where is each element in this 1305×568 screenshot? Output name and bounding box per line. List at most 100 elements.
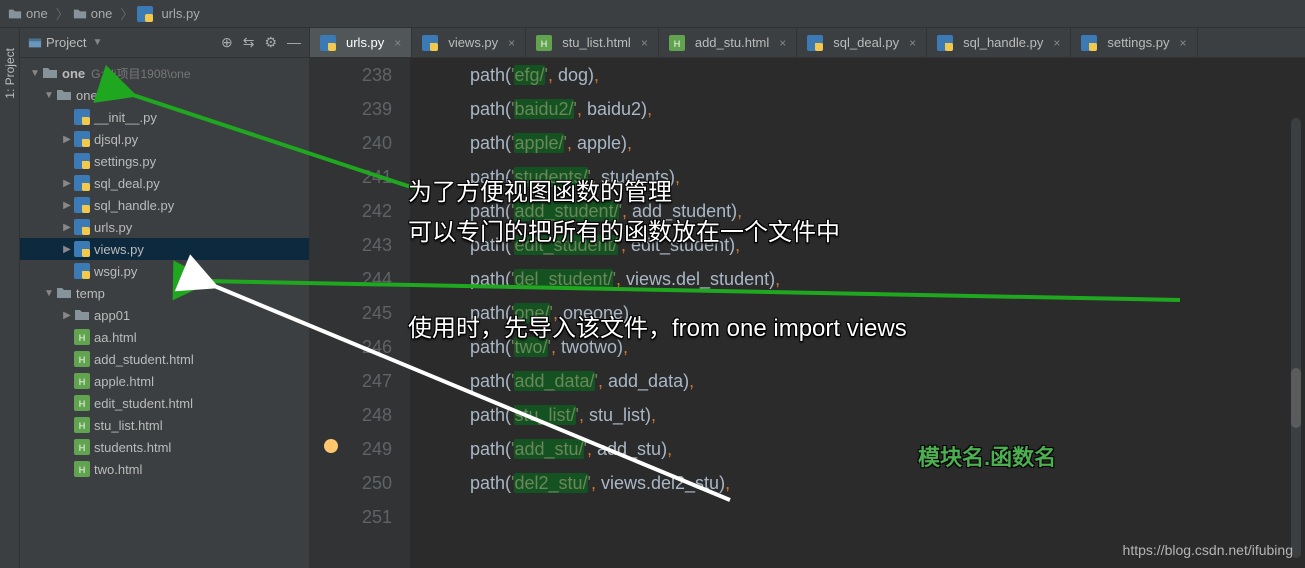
tree-item[interactable]: ▶sql_deal.py <box>20 172 309 194</box>
tree-item[interactable]: wsgi.py <box>20 260 309 282</box>
line-number: 239 <box>310 92 392 126</box>
tree-root[interactable]: ▼oneG:\dj项目1908\one <box>20 62 309 84</box>
editor-tabs: urls.py×views.py×Hstu_list.html×Hadd_stu… <box>310 28 1305 58</box>
collapse-icon[interactable]: ⇆ <box>243 34 255 51</box>
tree-item[interactable]: Htwo.html <box>20 458 309 480</box>
editor-tab[interactable]: sql_handle.py × <box>927 28 1071 57</box>
chevron-right-icon: 〉 <box>56 4 69 23</box>
gutter: 2382392402412422432442452462472482492502… <box>310 58 410 568</box>
project-panel-header: Project ▼ ⊕ ⇆ ⚙ — <box>20 28 309 58</box>
close-icon[interactable]: × <box>508 36 515 50</box>
svg-text:H: H <box>79 465 86 475</box>
editor-tab[interactable]: urls.py × <box>310 28 412 57</box>
svg-text:H: H <box>79 355 86 365</box>
code-line[interactable]: path('students/', students), <box>430 160 1305 194</box>
editor-tab[interactable]: Hadd_stu.html × <box>659 28 797 57</box>
html-file-icon: H <box>74 461 90 477</box>
tree-item[interactable]: Hstudents.html <box>20 436 309 458</box>
svg-text:H: H <box>674 39 681 49</box>
tab-label: sql_handle.py <box>963 35 1043 50</box>
tree-item[interactable]: Hedit_student.html <box>20 392 309 414</box>
line-number: 248 <box>310 398 392 432</box>
editor-tab[interactable]: views.py× <box>412 28 526 57</box>
py-file-icon <box>74 109 90 125</box>
tree-item[interactable]: Hadd_student.html <box>20 348 309 370</box>
line-number: 250 <box>310 466 392 500</box>
hide-icon[interactable]: — <box>287 34 301 51</box>
locate-icon[interactable]: ⊕ <box>221 34 233 51</box>
close-icon[interactable]: × <box>1053 36 1060 50</box>
py-file-icon <box>807 35 823 51</box>
html-file-icon: H <box>74 395 90 411</box>
tab-label: add_stu.html <box>695 35 769 50</box>
code-line[interactable]: path('baidu2/', baidu2), <box>430 92 1305 126</box>
tree-item[interactable]: Hstu_list.html <box>20 414 309 436</box>
tab-label: settings.py <box>1107 35 1169 50</box>
breadcrumb-item[interactable]: one <box>8 6 48 21</box>
code-line[interactable]: path('edit_student/', edit_student), <box>430 228 1305 262</box>
code-line[interactable]: path('efg/', dog), <box>430 58 1305 92</box>
folder-icon <box>42 65 58 81</box>
tree-item[interactable]: ▼temp <box>20 282 309 304</box>
code-line[interactable]: path('add_data/', add_data), <box>430 364 1305 398</box>
line-number: 242 <box>310 194 392 228</box>
gear-icon[interactable]: ⚙ <box>264 34 277 51</box>
editor-tab[interactable]: settings.py × <box>1071 28 1197 57</box>
tab-label: sql_deal.py <box>833 35 899 50</box>
html-file-icon: H <box>74 417 90 433</box>
line-number: 243 <box>310 228 392 262</box>
tree-item[interactable]: ▶sql_handle.py <box>20 194 309 216</box>
tree-item[interactable]: ▼one <box>20 84 309 106</box>
breadcrumb-item[interactable]: urls.py <box>137 6 199 22</box>
project-tree[interactable]: ▼oneG:\dj项目1908\one▼one__init__.py▶djsql… <box>20 58 309 568</box>
code-content[interactable]: path('efg/', dog), path('baidu2/', baidu… <box>410 58 1305 568</box>
code-line[interactable]: path('add_stu/', add_stu), <box>430 432 1305 466</box>
tree-item[interactable]: __init__.py <box>20 106 309 128</box>
code-line[interactable]: path('add_student/', add_student), <box>430 194 1305 228</box>
code-line[interactable]: path('one/', oneone), <box>430 296 1305 330</box>
tree-item[interactable]: ▶djsql.py <box>20 128 309 150</box>
editor-tab[interactable]: sql_deal.py × <box>797 28 927 57</box>
code-line[interactable]: path('stu_list/', stu_list), <box>430 398 1305 432</box>
html-file-icon: H <box>536 35 552 51</box>
breadcrumb-label: one <box>26 6 48 21</box>
code-line[interactable] <box>430 500 1305 534</box>
close-icon[interactable]: × <box>394 36 401 50</box>
tree-item[interactable]: Haa.html <box>20 326 309 348</box>
py-file-icon <box>74 219 90 235</box>
project-panel-title[interactable]: Project ▼ <box>28 35 221 50</box>
folder-icon <box>8 7 22 21</box>
svg-text:H: H <box>79 421 86 431</box>
tree-item[interactable]: ▶views.py <box>20 238 309 260</box>
code-line[interactable]: path('del2_stu/', views.del2_stu), <box>430 466 1305 500</box>
code-line[interactable]: path('del_student/', views.del_student), <box>430 262 1305 296</box>
code-area[interactable]: 2382392402412422432442452462472482492502… <box>310 58 1305 568</box>
tree-item[interactable]: settings.py <box>20 150 309 172</box>
breadcrumb-item[interactable]: one <box>73 6 113 21</box>
close-icon[interactable]: × <box>909 36 916 50</box>
caret-down-icon: ▼ <box>92 37 102 48</box>
line-number: 244 <box>310 262 392 296</box>
dir-file-icon <box>56 87 72 103</box>
tree-item[interactable]: ▶app01 <box>20 304 309 326</box>
code-line[interactable]: path('two/', twotwo), <box>430 330 1305 364</box>
bulb-icon[interactable] <box>324 439 338 453</box>
tree-item[interactable]: Happle.html <box>20 370 309 392</box>
scrollbar-thumb[interactable] <box>1291 368 1301 428</box>
py-file-icon <box>320 35 336 51</box>
tab-label: urls.py <box>346 35 384 50</box>
scrollbar[interactable] <box>1291 118 1301 558</box>
code-line[interactable]: path('apple/', apple), <box>430 126 1305 160</box>
tab-label: stu_list.html <box>562 35 631 50</box>
py-file-icon <box>422 35 438 51</box>
line-number: 251 <box>310 500 392 534</box>
watermark: https://blog.csdn.net/ifubing <box>1123 542 1293 558</box>
close-icon[interactable]: × <box>1180 36 1187 50</box>
close-icon[interactable]: × <box>641 36 648 50</box>
line-number: 245 <box>310 296 392 330</box>
tree-item[interactable]: ▶urls.py <box>20 216 309 238</box>
editor-tab[interactable]: Hstu_list.html × <box>526 28 659 57</box>
tool-window-tab-project[interactable]: 1: Project <box>0 28 20 568</box>
line-number: 241 <box>310 160 392 194</box>
close-icon[interactable]: × <box>779 36 786 50</box>
